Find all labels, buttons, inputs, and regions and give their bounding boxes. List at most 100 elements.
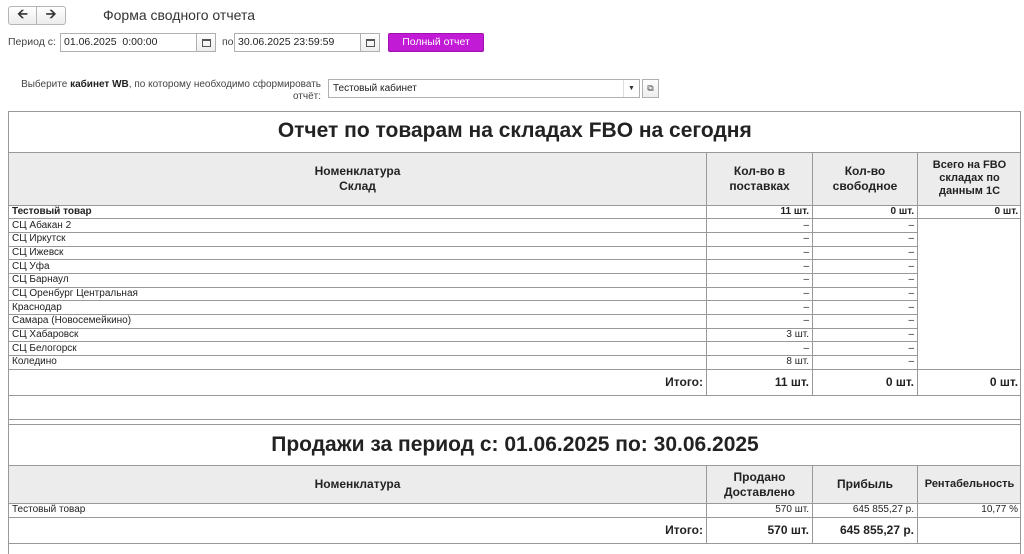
warehouse-name: СЦ Уфа xyxy=(9,259,707,274)
sales-header-profit: Прибыль xyxy=(812,465,918,504)
header-nomenclature-warehouse: Номенклатура Склад xyxy=(9,151,707,206)
cabinet-dropdown-button[interactable]: ▼ xyxy=(623,80,639,97)
sales-profitability: 10,77 % xyxy=(917,503,1020,518)
warehouse-row: СЦ Белогорск – – xyxy=(9,341,1020,357)
open-form-icon: ⧉ xyxy=(647,83,654,93)
report-area: Отчет по товарам на складах FBO на сегод… xyxy=(8,111,1021,554)
warehouse-row: Краснодар – – xyxy=(9,300,1020,315)
header-in-supplies: Кол-во в поставках xyxy=(706,151,813,206)
stock-report-table: Отчет по товарам на складах FBO на сегод… xyxy=(9,112,1020,420)
period-from-input[interactable]: 01.06.2025 0:00:00 xyxy=(60,33,197,52)
stock-total-in-supplies: 11 шт. xyxy=(706,368,813,396)
warehouse-free: – xyxy=(812,300,918,315)
navigation-buttons: 🡨 🡪 xyxy=(8,6,66,25)
sales-header-sold: Продано xyxy=(733,469,786,484)
product-name: Тестовый товар xyxy=(9,204,707,220)
product-total-1c: 0 шт. xyxy=(916,204,1020,220)
warehouse-name: СЦ Абакан 2 xyxy=(9,218,707,233)
warehouse-free: – xyxy=(812,245,918,261)
cabinet-label-bold: кабинет WB xyxy=(70,79,129,90)
warehouse-row: СЦ Барнаул – – xyxy=(9,272,1020,288)
sales-profit: 645 855,27 р. xyxy=(812,503,918,518)
warehouse-row: Коледино 8 шт. – xyxy=(9,355,1020,370)
stock-total-1c: 0 шт. xyxy=(916,368,1020,396)
back-button[interactable]: 🡨 xyxy=(8,6,37,25)
warehouse-in-supplies: – xyxy=(706,259,813,274)
arrow-right-icon: 🡪 xyxy=(45,5,57,21)
stock-report-title: Отчет по товарам на складах FBO на сегод… xyxy=(9,112,1020,153)
product-row: Тестовый товар 11 шт. 0 шт. 0 шт. xyxy=(9,204,1020,220)
warehouse-name: Самара (Новосемейкино) xyxy=(9,314,707,329)
warehouse-row: СЦ Уфа – – xyxy=(9,259,1020,274)
warehouse-in-supplies: – xyxy=(706,314,813,329)
sales-header-delivered: Доставлено xyxy=(723,484,796,499)
warehouse-name: СЦ Белогорск xyxy=(9,341,707,357)
sales-header-sold-delivered: Продано Доставлено xyxy=(706,465,813,504)
spacer-row xyxy=(9,394,1020,420)
sales-row: Тестовый товар 570 шт. 645 855,27 р. 10,77 … xyxy=(9,503,1020,518)
warehouse-free: – xyxy=(812,218,918,233)
calendar-icon xyxy=(201,38,211,47)
sales-total-row: Итого: 570 шт. 645 855,27 р. xyxy=(9,516,1020,544)
warehouse-free: – xyxy=(812,286,918,302)
form-title: Форма сводного отчета xyxy=(103,7,255,23)
product-in-supplies: 11 шт. xyxy=(706,204,813,220)
sales-product-name: Тестовый товар xyxy=(9,503,707,518)
warehouse-in-supplies: – xyxy=(706,245,813,261)
stock-total-row: Итого: 11 шт. 0 шт. 0 шт. xyxy=(9,368,1020,396)
sales-sold: 570 шт. xyxy=(706,503,813,518)
cabinet-open-button[interactable]: ⧉ xyxy=(642,79,659,98)
sales-report-title: Продажи за период с: 01.06.2025 по: 30.0… xyxy=(9,424,1020,466)
forward-button[interactable]: 🡪 xyxy=(37,6,66,25)
full-report-button[interactable]: Полный отчет xyxy=(388,33,484,52)
stock-total-label: Итого: xyxy=(9,368,707,396)
header-nomenclature: Номенклатура xyxy=(314,163,401,178)
sales-header-profitability: Рентабельность xyxy=(917,465,1020,504)
warehouse-row: СЦ Ижевск – – xyxy=(9,245,1020,261)
warehouse-in-supplies: – xyxy=(706,231,813,247)
sales-total-profit: 645 855,27 р. xyxy=(812,516,918,544)
warehouse-in-supplies: – xyxy=(706,218,813,233)
sales-report-table: Продажи за период с: 01.06.2025 по: 30.0… xyxy=(9,424,1020,544)
warehouse-free: – xyxy=(812,272,918,288)
calendar-icon xyxy=(365,38,375,47)
cabinet-label-post: , по которому необходимо сформировать от… xyxy=(128,79,321,102)
warehouse-in-supplies: – xyxy=(706,272,813,288)
product-free: 0 шт. xyxy=(812,204,918,220)
warehouse-name: СЦ Оренбург Центральная xyxy=(9,286,707,302)
warehouse-name: Коледино xyxy=(9,355,707,370)
warehouse-row: СЦ Хабаровск 3 шт. – xyxy=(9,327,1020,343)
warehouse-row: СЦ Иркутск – – xyxy=(9,231,1020,247)
arrow-left-icon: 🡨 xyxy=(17,5,28,21)
warehouse-row: СЦ Оренбург Центральная – – xyxy=(9,286,1020,302)
warehouse-in-supplies: 8 шт. xyxy=(706,355,813,370)
warehouse-in-supplies: – xyxy=(706,300,813,315)
warehouse-row: СЦ Абакан 2– – xyxy=(9,218,1020,370)
period-from-calendar-button[interactable] xyxy=(196,33,216,52)
cabinet-label: Выберите кабинет WB, по которому необход… xyxy=(8,79,321,103)
warehouse-free: – xyxy=(812,341,918,357)
period-to-input[interactable]: 30.06.2025 23:59:59 xyxy=(234,33,361,52)
warehouse-free: – xyxy=(812,231,918,247)
sales-total-empty xyxy=(917,516,1020,544)
period-to-calendar-button[interactable] xyxy=(360,33,380,52)
warehouse-name: СЦ Барнаул xyxy=(9,272,707,288)
warehouse-name: Краснодар xyxy=(9,300,707,315)
warehouse-free: – xyxy=(812,259,918,274)
sales-total-label: Итого: xyxy=(9,516,707,544)
warehouse-free: – xyxy=(812,355,918,370)
warehouse-in-supplies: 3 шт. xyxy=(706,327,813,343)
header-warehouse: Склад xyxy=(339,178,376,193)
warehouse-in-supplies: – xyxy=(706,341,813,357)
warehouse-row: Самара (Новосемейкино) – – xyxy=(9,314,1020,329)
warehouse-name: СЦ Хабаровск xyxy=(9,327,707,343)
warehouse-name: СЦ Ижевск xyxy=(9,245,707,261)
sales-total-sold: 570 шт. xyxy=(706,516,813,544)
warehouse-total-1c-empty xyxy=(916,218,1020,370)
sales-header-nomenclature: Номенклатура xyxy=(9,465,707,504)
warehouse-in-supplies: – xyxy=(706,286,813,302)
warehouse-name: СЦ Иркутск xyxy=(9,231,707,247)
warehouse-free: – xyxy=(812,314,918,329)
cabinet-select[interactable]: Тестовый кабинет xyxy=(328,79,640,98)
header-total-1c: Всего на FBO складах по данным 1С xyxy=(916,151,1020,206)
